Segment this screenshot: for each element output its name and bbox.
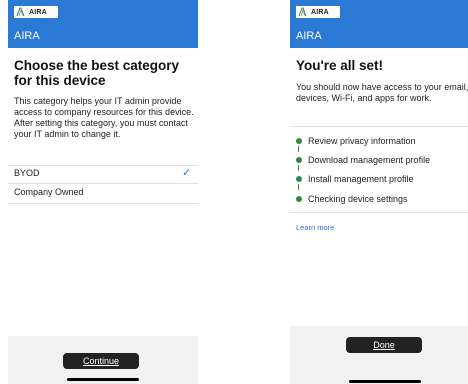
status-dot-icon [296,157,302,163]
app-header: AIRA AIRA [8,0,198,48]
status-dot-icon [296,138,302,144]
completion-screen: AIRA AIRA You're all set! You should now… [290,0,468,384]
step-connector [298,146,299,152]
category-screen: AIRA AIRA Choose the best category for t… [8,0,198,384]
checkmark-icon: ✓ [182,167,192,179]
logo: AIRA [14,6,58,18]
divider [8,183,198,184]
step-item: Download management profile [296,155,430,165]
status-dot-icon [296,196,302,202]
divider [8,203,198,204]
step-item: Install management profile [296,174,414,184]
step-label: Review privacy information [308,136,416,146]
step-label: Install management profile [308,174,414,184]
logo-text: AIRA [311,8,329,16]
app-name: AIRA [14,30,40,42]
app-header: AIRA AIRA [290,0,468,48]
step-item: Checking device settings [296,194,408,204]
step-label: Download management profile [308,155,431,165]
aira-logo-icon [16,7,25,17]
app-name: AIRA [296,30,322,42]
footer-bar: Done [290,326,468,384]
continue-button[interactable]: Continue [63,353,139,369]
logo: AIRA [296,6,340,18]
step-connector [298,184,299,190]
page-description: You should now have access to your email… [296,82,468,103]
divider [290,212,468,213]
footer-bar: Continue [8,336,198,384]
aira-logo-icon [298,7,307,17]
option-company-owned[interactable]: Company Owned [14,187,84,197]
step-connector [298,165,299,171]
learn-more-link[interactable]: Learn more [296,223,334,232]
option-byod[interactable]: BYOD [14,168,40,178]
home-indicator [67,378,139,381]
done-button[interactable]: Done [346,337,422,353]
home-indicator [349,380,421,383]
page-title: Choose the best category for this device [14,58,180,88]
divider [290,126,468,127]
logo-text: AIRA [29,8,47,16]
step-item: Review privacy information [296,136,416,146]
page-title: You're all set! [296,58,383,73]
status-dot-icon [296,176,302,182]
divider [8,165,198,166]
page-description: This category helps your IT admin provid… [14,96,194,139]
step-label: Checking device settings [308,194,408,204]
